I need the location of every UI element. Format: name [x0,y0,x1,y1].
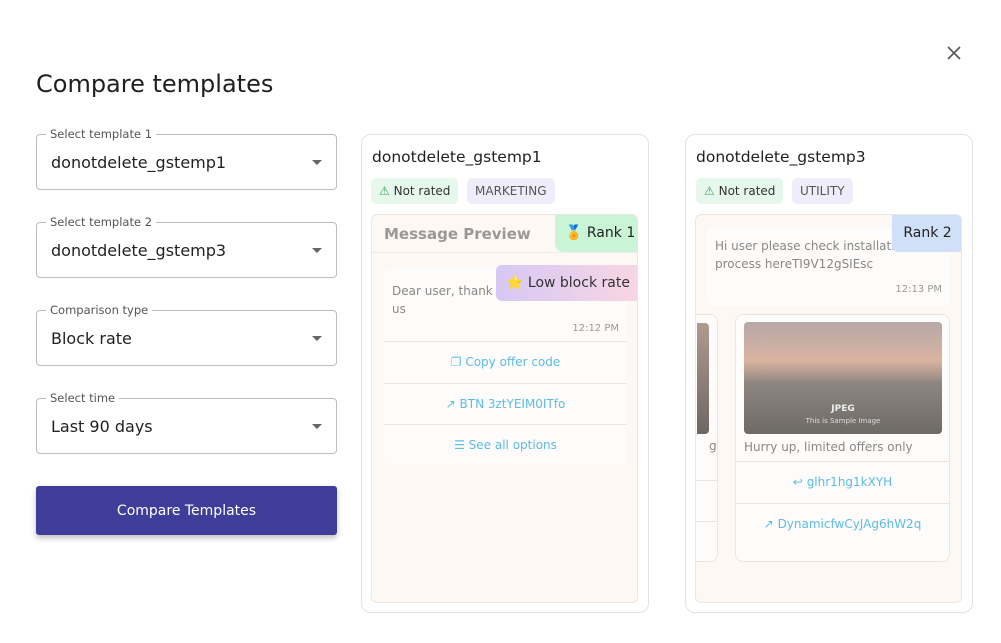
category-badge: MARKETING [467,178,555,204]
button-label: glhr1hg1kXYH [806,475,893,489]
image-sublabel: This is Sample Image [805,417,881,425]
field-value: Last 90 days [51,417,153,436]
field-label: Select time [46,391,120,405]
url-button[interactable]: ↗ DynamicfwCyJAg6hW2q [736,503,949,545]
message-preview: Message Preview 🏅 Rank 1 Dear user, than… [371,214,638,603]
template-card-1: donotdelete_gstemp1 ⚠ Not rated MARKETIN… [361,134,649,613]
select-template-2[interactable]: Select template 2 donotdelete_gstemp3 [36,215,337,278]
dropdown-arrow-icon [312,336,322,341]
field-label: Select template 1 [46,127,157,141]
medal-icon: 🏅 [565,225,583,241]
star-icon: ⭐ [506,275,524,291]
highlight-text: Low block rate [527,275,630,291]
highlight-badge: ⭐ Low block rate [496,265,637,301]
select-time[interactable]: Select time Last 90 days [36,391,337,454]
button-label: See all options [468,438,557,452]
close-icon[interactable] [944,43,964,63]
comparison-type-select[interactable]: Comparison type Block rate [36,303,337,366]
carousel-card-previous[interactable]: g [696,314,718,562]
copy-offer-code-button[interactable]: ❐ Copy offer code [384,341,627,383]
field-value: donotdelete_gstemp3 [51,241,227,260]
quality-rating-badge: ⚠ Not rated [696,178,784,204]
message-time: 12:13 PM [895,284,942,295]
preview-title: Message Preview [384,225,531,243]
compare-templates-button[interactable]: Compare Templates [36,486,337,535]
button-label: Copy offer code [465,355,561,369]
template-name: donotdelete_gstemp1 [372,148,542,166]
rank-badge: 🏅 Rank 1 [555,215,637,252]
field-value: donotdelete_gstemp1 [51,153,227,172]
reply-icon: ↩ [792,475,803,489]
button-label: DynamicfwCyJAg6hW2q [777,517,922,531]
list-icon: ☰ [454,438,465,452]
carousel-card: JPEG This is Sample Image Hurry up, limi… [735,314,950,562]
category-badge: UTILITY [792,178,853,204]
rank-badge: Rank 2 [892,215,961,252]
warning-icon: ⚠ [704,184,715,198]
button-label: BTN 3ztYEIM0ITfo [459,397,566,411]
see-all-options-button[interactable]: ☰ See all options [384,424,627,466]
carousel-caption: Hurry up, limited offers only [744,440,913,454]
copy-icon: ❐ [450,355,462,369]
rating-text: Not rated [393,184,451,198]
image-label: JPEG [831,404,855,414]
message-time: 12:12 PM [572,323,619,334]
select-template-1[interactable]: Select template 1 donotdelete_gstemp1 [36,127,337,190]
dropdown-arrow-icon [312,160,322,165]
template-name: donotdelete_gstemp3 [696,148,866,166]
rating-text: Not rated [718,184,776,198]
dropdown-arrow-icon [312,424,322,429]
dialog-title: Compare templates [36,70,274,98]
field-label: Select template 2 [46,215,157,229]
rank-text: Rank 1 [586,225,636,241]
external-link-icon: ↗ [445,397,456,411]
message-preview: Hi user please check installation proces… [695,214,962,603]
quick-reply-button[interactable]: ↩ glhr1hg1kXYH [736,461,949,503]
field-label: Comparison type [46,303,153,317]
carousel-caption: g [709,439,717,453]
external-link-icon: ↗ [763,517,774,531]
dropdown-arrow-icon [312,248,322,253]
template-card-2: donotdelete_gstemp3 ⚠ Not rated UTILITY … [685,134,973,613]
url-button[interactable]: ↗ BTN 3ztYEIM0ITfo [384,383,627,425]
quality-rating-badge: ⚠ Not rated [371,178,459,204]
sample-image: JPEG This is Sample Image [744,322,942,434]
warning-icon: ⚠ [379,184,390,198]
field-value: Block rate [51,329,132,348]
